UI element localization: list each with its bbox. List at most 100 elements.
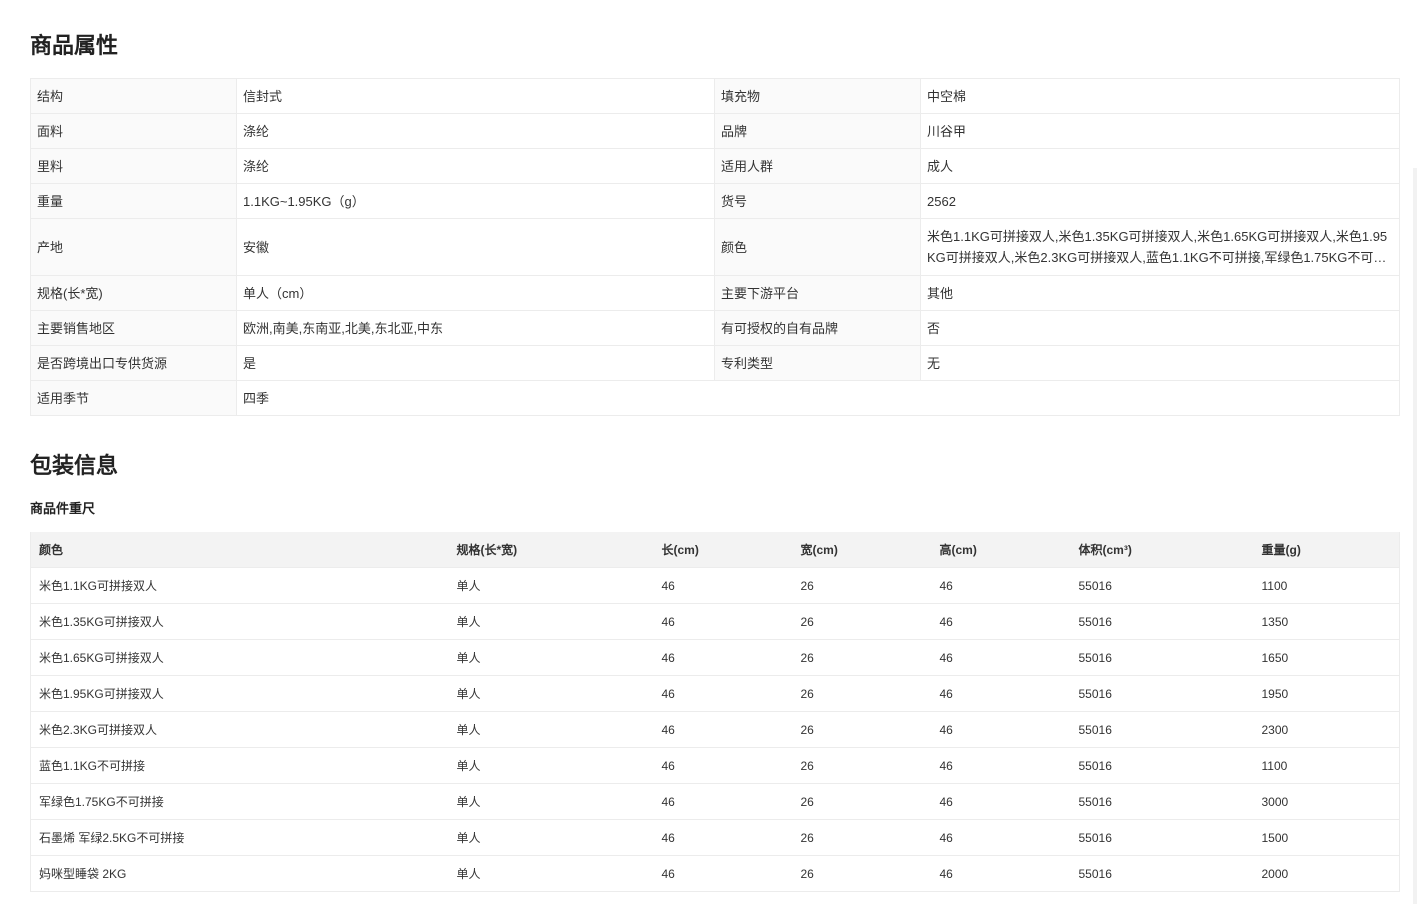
cell-length: 46 (653, 711, 793, 748)
packaging-section-title: 包装信息 (30, 453, 119, 478)
cell-spec: 单人 (448, 675, 654, 712)
attribute-value: 安徽 (236, 218, 715, 276)
attribute-key: 重量 (30, 183, 237, 219)
cell-height: 46 (931, 819, 1071, 856)
cell-weight: 1100 (1253, 747, 1400, 784)
attribute-value: 欧洲,南美,东南亚,北美,东北亚,中东 (236, 310, 715, 346)
cell-color: 米色1.35KG可拼接双人 (30, 603, 449, 640)
attribute-value: 1.1KG~1.95KG（g） (236, 183, 715, 219)
column-header-color: 颜色 (30, 532, 449, 568)
attribute-key: 适用季节 (30, 380, 237, 416)
attribute-row: 适用季节 四季 (30, 380, 1400, 416)
cell-color: 妈咪型睡袋 2KG (30, 855, 449, 892)
column-header-length: 长(cm) (653, 532, 793, 568)
attribute-value: 是 (236, 345, 715, 381)
cell-volume: 55016 (1070, 603, 1254, 640)
attribute-key: 颜色 (714, 218, 921, 276)
cell-width: 26 (792, 819, 932, 856)
attribute-key: 主要下游平台 (714, 275, 921, 311)
attribute-row: 规格(长*宽) 单人（cm） 主要下游平台 其他 (30, 275, 1400, 311)
cell-color: 军绿色1.75KG不可拼接 (30, 783, 449, 820)
cell-volume: 55016 (1070, 747, 1254, 784)
page-scrollbar[interactable] (1413, 168, 1417, 904)
cell-spec: 单人 (448, 639, 654, 676)
attribute-value: 无 (920, 345, 1400, 381)
attribute-row: 结构 信封式 填充物 中空棉 (30, 78, 1400, 114)
attribute-key: 适用人群 (714, 148, 921, 184)
cell-width: 26 (792, 783, 932, 820)
table-row: 妈咪型睡袋 2KG 单人 46 26 46 55016 2000 (30, 855, 1400, 892)
attribute-key: 面料 (30, 113, 237, 149)
attribute-key: 填充物 (714, 78, 921, 114)
packaging-header-row: 颜色 规格(长*宽) 长(cm) 宽(cm) 高(cm) 体积(cm³) 重量(… (30, 532, 1400, 568)
attribute-row: 里料 涤纶 适用人群 成人 (30, 148, 1400, 184)
cell-length: 46 (653, 639, 793, 676)
cell-volume: 55016 (1070, 783, 1254, 820)
cell-height: 46 (931, 855, 1071, 892)
colors-value-text: 米色1.1KG可拼接双人,米色1.35KG可拼接双人,米色1.65KG可拼接双人… (927, 229, 1388, 265)
cell-weight: 1500 (1253, 819, 1400, 856)
cell-length: 46 (653, 747, 793, 784)
cell-color: 米色1.1KG可拼接双人 (30, 567, 449, 604)
cell-weight: 1100 (1253, 567, 1400, 604)
cell-spec: 单人 (448, 819, 654, 856)
cell-width: 26 (792, 675, 932, 712)
cell-volume: 55016 (1070, 855, 1254, 892)
attribute-row: 产地 安徽 颜色 米色1.1KG可拼接双人,米色1.35KG可拼接双人,米色1.… (30, 218, 1400, 276)
attribute-row: 面料 涤纶 品牌 川谷甲 (30, 113, 1400, 149)
attribute-value: 成人 (920, 148, 1400, 184)
table-row: 米色1.95KG可拼接双人 单人 46 26 46 55016 1950 (30, 675, 1400, 712)
cell-volume: 55016 (1070, 819, 1254, 856)
product-detail-page: 商品属性 结构 信封式 填充物 中空棉 面料 涤纶 品牌 川谷甲 里料 涤纶 适… (0, 0, 1417, 904)
packaging-table: 颜色 规格(长*宽) 长(cm) 宽(cm) 高(cm) 体积(cm³) 重量(… (30, 532, 1400, 892)
cell-width: 26 (792, 747, 932, 784)
cell-spec: 单人 (448, 567, 654, 604)
cell-weight: 2000 (1253, 855, 1400, 892)
column-header-volume: 体积(cm³) (1070, 532, 1254, 568)
attribute-key: 产地 (30, 218, 237, 276)
attribute-value: 信封式 (236, 78, 715, 114)
attribute-row: 主要销售地区 欧洲,南美,东南亚,北美,东北亚,中东 有可授权的自有品牌 否 (30, 310, 1400, 346)
cell-length: 46 (653, 783, 793, 820)
cell-height: 46 (931, 603, 1071, 640)
attribute-row: 是否跨境出口专供货源 是 专利类型 无 (30, 345, 1400, 381)
attribute-key: 品牌 (714, 113, 921, 149)
attribute-key: 主要销售地区 (30, 310, 237, 346)
attribute-key: 规格(长*宽) (30, 275, 237, 311)
cell-volume: 55016 (1070, 711, 1254, 748)
cell-spec: 单人 (448, 855, 654, 892)
table-row: 蓝色1.1KG不可拼接 单人 46 26 46 55016 1100 (30, 747, 1400, 784)
attribute-value: 其他 (920, 275, 1400, 311)
cell-color: 石墨烯 军绿2.5KG不可拼接 (30, 819, 449, 856)
cell-spec: 单人 (448, 783, 654, 820)
attributes-section-title: 商品属性 (30, 33, 119, 58)
attribute-key: 是否跨境出口专供货源 (30, 345, 237, 381)
cell-color: 米色1.95KG可拼接双人 (30, 675, 449, 712)
cell-volume: 55016 (1070, 675, 1254, 712)
attribute-key: 专利类型 (714, 345, 921, 381)
cell-color: 蓝色1.1KG不可拼接 (30, 747, 449, 784)
cell-volume: 55016 (1070, 567, 1254, 604)
cell-weight: 1950 (1253, 675, 1400, 712)
column-header-width: 宽(cm) (792, 532, 932, 568)
table-row: 军绿色1.75KG不可拼接 单人 46 26 46 55016 3000 (30, 783, 1400, 820)
attribute-key: 结构 (30, 78, 237, 114)
attribute-value: 单人（cm） (236, 275, 715, 311)
cell-width: 26 (792, 639, 932, 676)
cell-length: 46 (653, 855, 793, 892)
attribute-value: 涤纶 (236, 148, 715, 184)
cell-weight: 3000 (1253, 783, 1400, 820)
attribute-value: 涤纶 (236, 113, 715, 149)
cell-height: 46 (931, 639, 1071, 676)
cell-weight: 1650 (1253, 639, 1400, 676)
column-header-height: 高(cm) (931, 532, 1071, 568)
cell-height: 46 (931, 567, 1071, 604)
attribute-value-colors: 米色1.1KG可拼接双人,米色1.35KG可拼接双人,米色1.65KG可拼接双人… (920, 218, 1400, 276)
packaging-subtitle: 商品件重尺 (30, 501, 96, 516)
attributes-table: 结构 信封式 填充物 中空棉 面料 涤纶 品牌 川谷甲 里料 涤纶 适用人群 成… (30, 78, 1400, 416)
cell-width: 26 (792, 603, 932, 640)
cell-weight: 2300 (1253, 711, 1400, 748)
attribute-value: 四季 (236, 380, 1400, 416)
attribute-key: 里料 (30, 148, 237, 184)
cell-length: 46 (653, 603, 793, 640)
